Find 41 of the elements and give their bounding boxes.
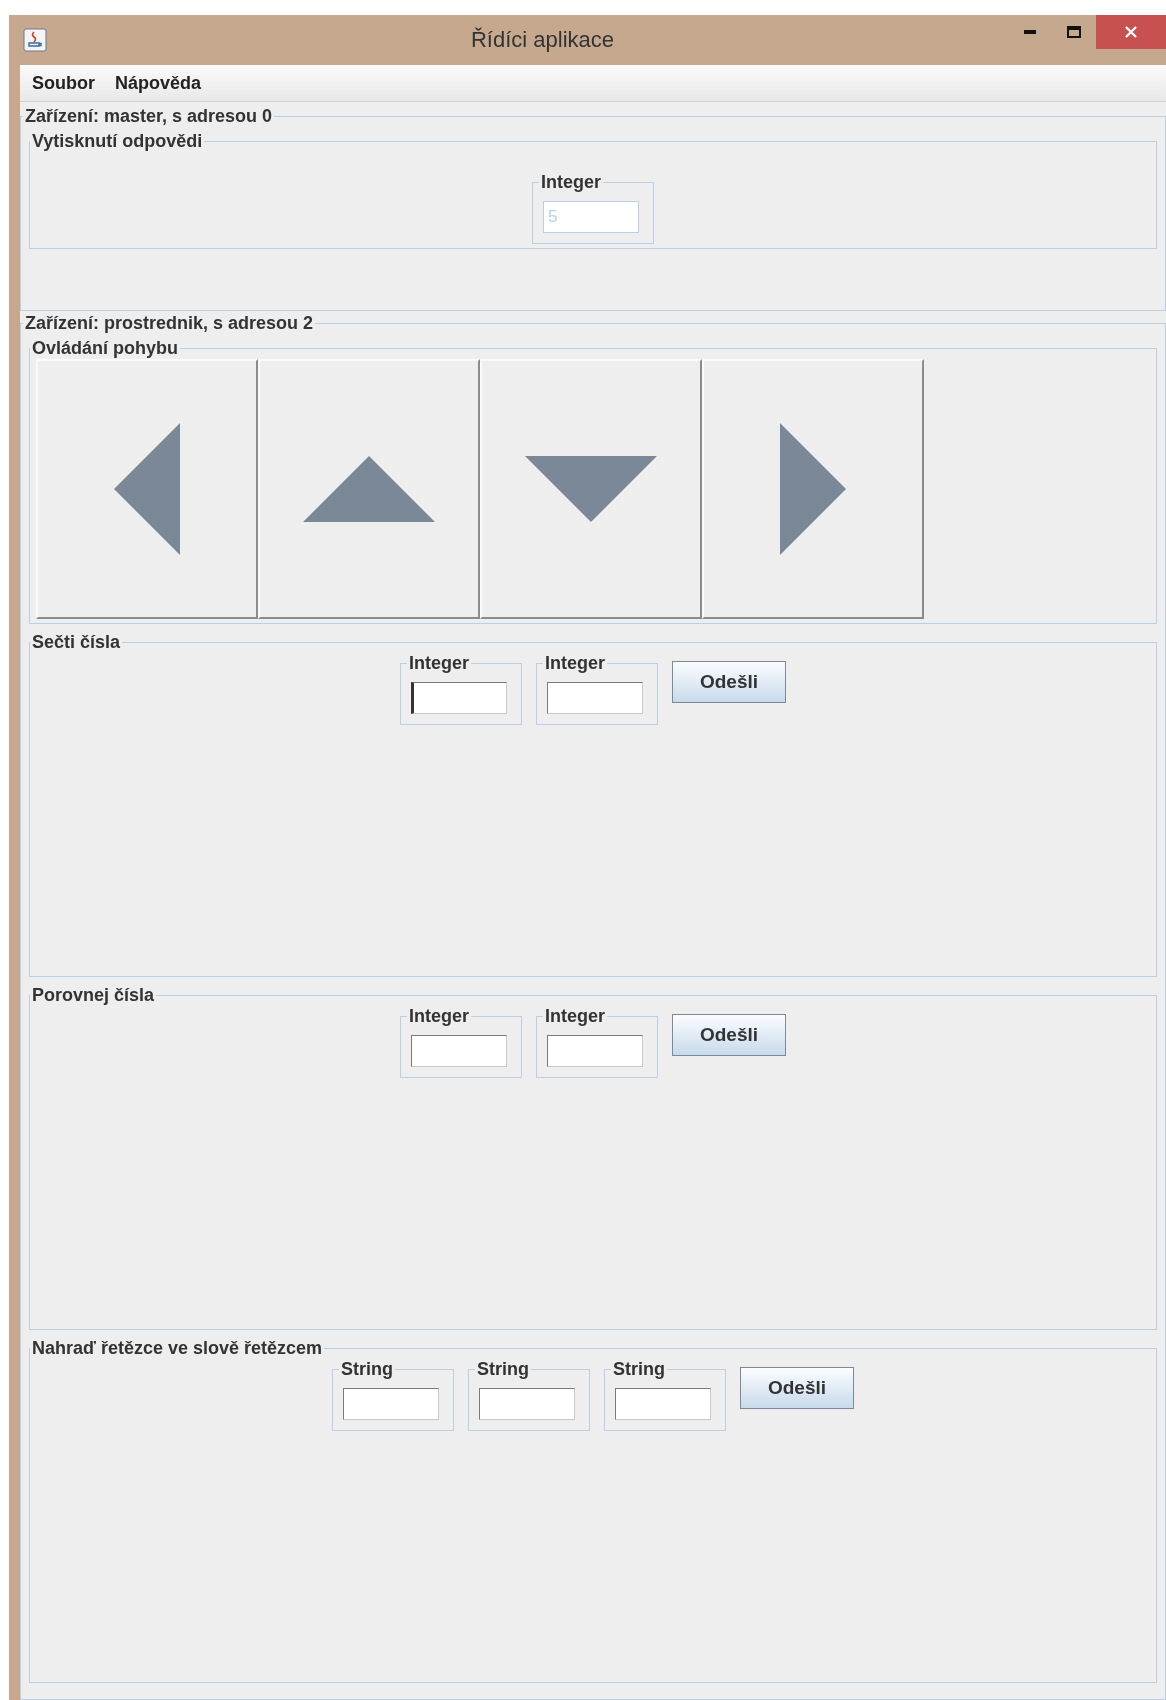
field-label: Integer [540,172,602,193]
triangle-right-icon [780,423,846,555]
panel-title: Vytisknutí odpovědi [31,131,204,152]
send-button[interactable]: Odešli [672,1014,786,1056]
triangle-down-icon [525,456,657,522]
maximize-icon [1067,26,1081,38]
field-label: Integer [408,653,470,674]
menu-item[interactable]: Nápověda [115,72,202,94]
arrow-button[interactable] [258,359,480,619]
input-field[interactable] [479,1388,575,1420]
device-title: Zařízení: prostrednik, s adresou 2 [24,313,315,334]
triangle-left-icon [114,423,180,555]
close-button[interactable] [1096,15,1166,49]
triangle-up-icon [303,456,435,522]
coffee-cup-icon [23,28,47,52]
field-label: String [340,1359,394,1380]
menu-item[interactable]: Soubor [32,72,95,94]
minimize-icon [1024,30,1036,34]
field-label: String [476,1359,530,1380]
device-title: Zařízení: master, s adresou 0 [24,106,274,127]
arrow-button[interactable] [480,359,702,619]
input-field[interactable] [343,1388,439,1420]
field-label: Integer [408,1006,470,1027]
input-field[interactable] [411,1035,507,1067]
panel-title: Sečti čísla [31,632,122,653]
panel-title: Porovnej čísla [31,985,156,1006]
window-title: Řídíci aplikace [469,27,616,53]
send-button[interactable]: Odešli [740,1367,854,1409]
field-label: String [612,1359,666,1380]
arrow-button[interactable] [702,359,924,619]
panel-title: Nahraď řetězce ve slově řetězcem [31,1338,324,1359]
input-field[interactable] [411,682,507,714]
input-field[interactable] [615,1388,711,1420]
field-label: Integer [544,1006,606,1027]
input-field[interactable] [547,682,643,714]
field-label: Integer [544,653,606,674]
send-button[interactable]: Odešli [672,661,786,703]
input-field[interactable] [547,1035,643,1067]
arrow-button[interactable] [36,359,258,619]
close-icon [1124,25,1138,39]
panel-title: Ovládání pohybu [31,338,179,359]
